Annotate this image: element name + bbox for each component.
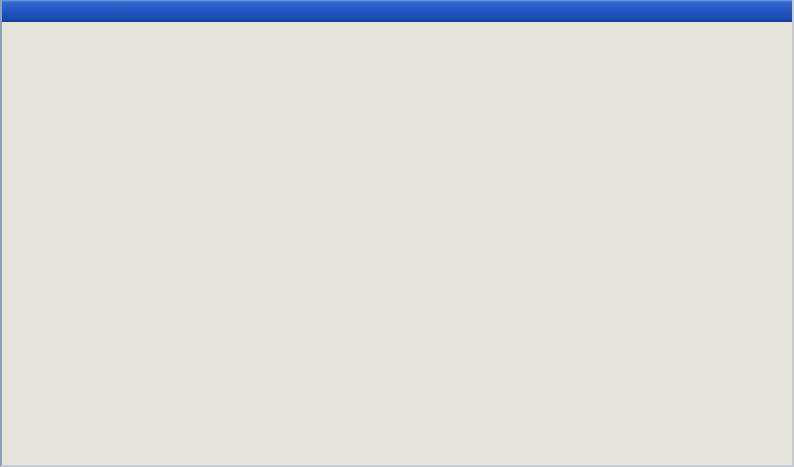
title-bar[interactable] [2,0,792,22]
chart-window [0,0,794,467]
chart-svg[interactable] [2,22,792,465]
